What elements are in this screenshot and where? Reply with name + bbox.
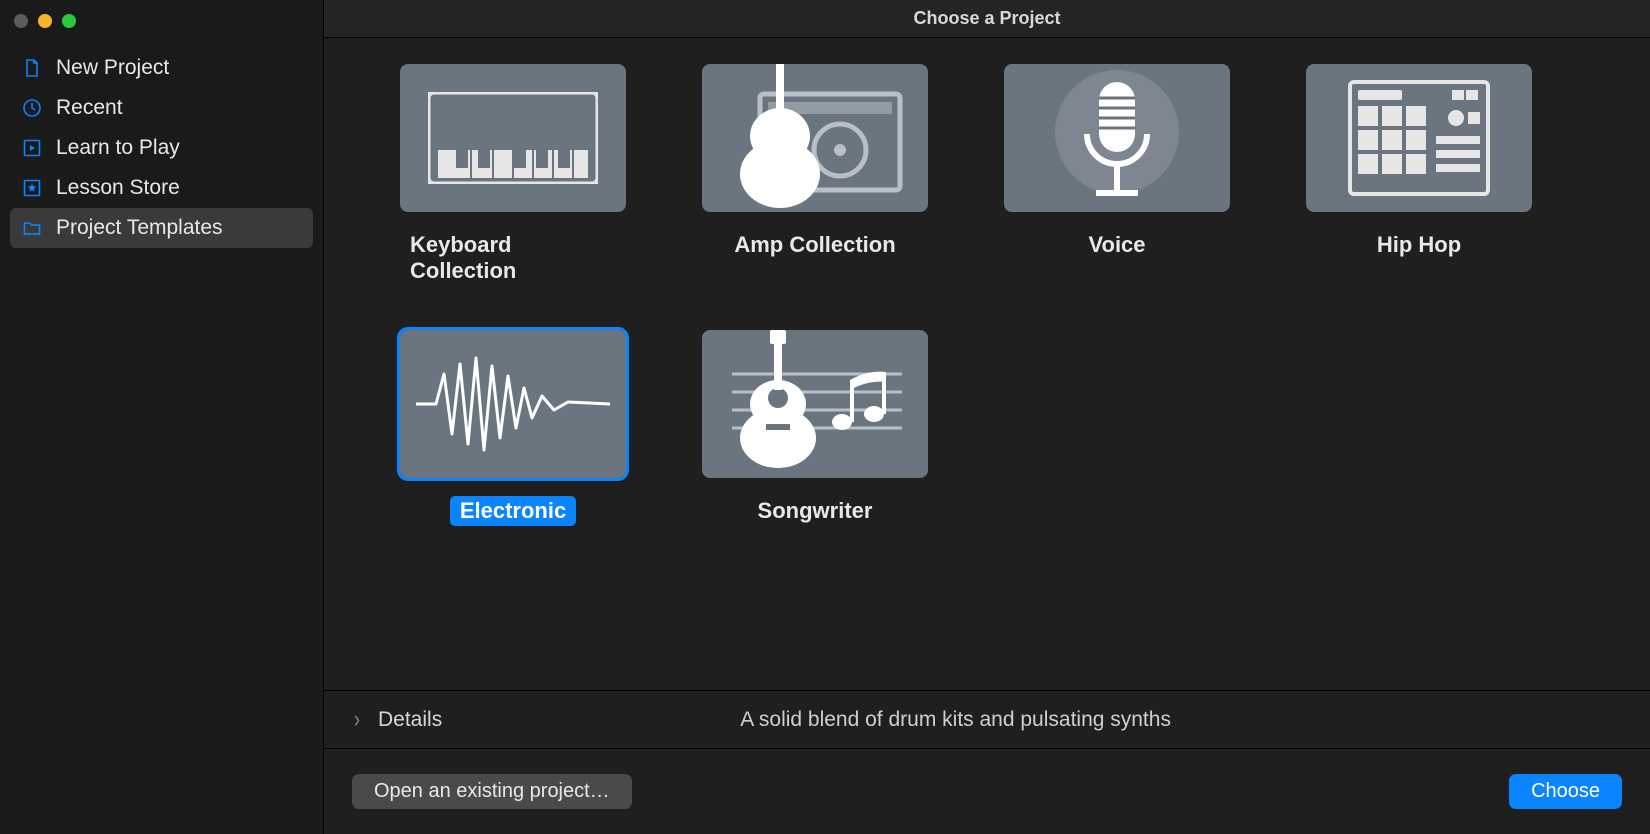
template-thumb (400, 64, 626, 212)
sidebar-item-new-project[interactable]: New Project (10, 48, 313, 88)
choose-button[interactable]: Choose (1509, 774, 1622, 809)
template-tile-electronic[interactable]: Electronic (400, 330, 626, 526)
template-tile-keyboard-collection[interactable]: Keyboard Collection (400, 64, 626, 286)
keyboard-icon (428, 92, 598, 184)
sidebar-item-label: New Project (56, 56, 169, 80)
sidebar-item-label: Recent (56, 96, 123, 120)
window-title-text: Choose a Project (913, 8, 1060, 29)
chevron-right-icon: › (354, 705, 360, 734)
drumpad-icon (1306, 64, 1532, 212)
template-tile-voice[interactable]: Voice (1004, 64, 1230, 286)
template-label: Hip Hop (1367, 230, 1471, 260)
minimize-window-button[interactable] (38, 14, 52, 28)
template-label: Songwriter (748, 496, 883, 526)
sidebar-item-lesson-store[interactable]: Lesson Store (10, 168, 313, 208)
sidebar-list: New Project Recent Learn to Play (0, 48, 323, 248)
template-grid-area: Keyboard Collection (324, 38, 1650, 690)
template-label: Voice (1078, 230, 1155, 260)
star-square-icon (22, 178, 42, 198)
zoom-window-button[interactable] (62, 14, 76, 28)
template-grid: Keyboard Collection (400, 64, 1590, 526)
template-tile-hip-hop[interactable]: Hip Hop (1306, 64, 1532, 286)
file-icon (22, 58, 42, 78)
open-existing-project-button[interactable]: Open an existing project… (352, 774, 632, 809)
template-thumb (702, 64, 928, 212)
window-title: Choose a Project (324, 0, 1650, 38)
amp-icon (702, 64, 928, 212)
template-thumb (400, 330, 626, 478)
songwriter-icon (702, 330, 928, 478)
details-description: A solid blend of drum kits and pulsating… (740, 708, 1171, 732)
sidebar-item-label: Learn to Play (56, 136, 180, 160)
details-bar[interactable]: › Details A solid blend of drum kits and… (324, 690, 1650, 748)
sidebar-item-recent[interactable]: Recent (10, 88, 313, 128)
folder-icon (22, 218, 42, 238)
project-chooser-window: New Project Recent Learn to Play (0, 0, 1650, 834)
sidebar-item-learn-to-play[interactable]: Learn to Play (10, 128, 313, 168)
close-window-button[interactable] (14, 14, 28, 28)
template-thumb (1004, 64, 1230, 212)
template-label: Electronic (450, 496, 576, 526)
footer-bar: Open an existing project… Choose (324, 748, 1650, 834)
template-thumb (702, 330, 928, 478)
main-panel: Choose a Project (324, 0, 1650, 834)
microphone-icon (1004, 64, 1230, 212)
template-label: Amp Collection (724, 230, 905, 260)
clock-icon (22, 98, 42, 118)
template-label: Keyboard Collection (400, 230, 626, 286)
waveform-icon (408, 344, 618, 464)
sidebar-item-label: Lesson Store (56, 176, 180, 200)
template-tile-amp-collection[interactable]: Amp Collection (702, 64, 928, 286)
window-controls (0, 6, 323, 48)
sidebar-item-project-templates[interactable]: Project Templates (10, 208, 313, 248)
sidebar-item-label: Project Templates (56, 216, 223, 240)
template-tile-songwriter[interactable]: Songwriter (702, 330, 928, 526)
sidebar: New Project Recent Learn to Play (0, 0, 324, 834)
play-square-icon (22, 138, 42, 158)
template-thumb (1306, 64, 1532, 212)
details-heading: Details (378, 708, 442, 732)
